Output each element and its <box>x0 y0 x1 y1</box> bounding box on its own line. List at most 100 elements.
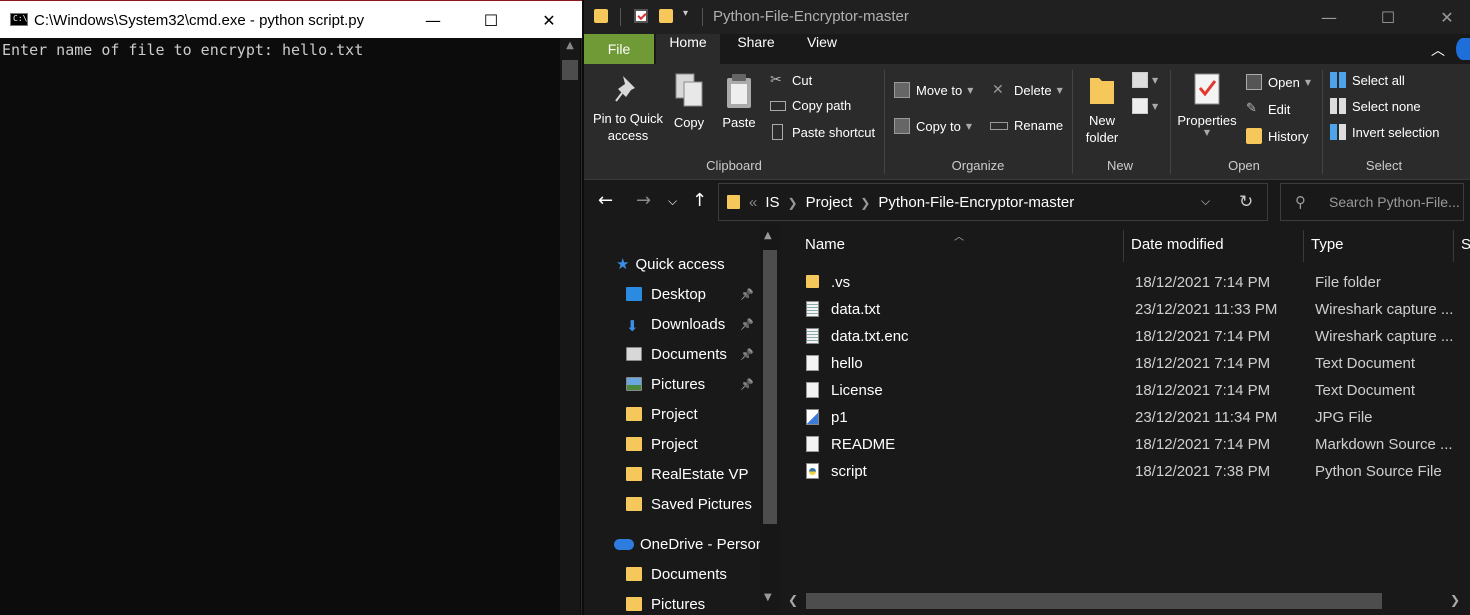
forward-arrow-icon[interactable]: → <box>636 190 651 211</box>
cmd-console-output[interactable]: Enter name of file to encrypt: hello.txt <box>2 41 363 59</box>
search-box[interactable]: ⚲ <box>1280 183 1464 221</box>
rename-button[interactable]: Rename <box>990 118 1063 133</box>
cut-button[interactable]: ✂ Cut <box>770 72 812 88</box>
recent-locations-icon[interactable]: ⌵ <box>668 194 677 209</box>
horizontal-scroll-thumb[interactable] <box>806 593 1382 609</box>
properties-button[interactable]: Properties ▼ <box>1174 72 1240 137</box>
scroll-down-icon[interactable]: ▼ <box>764 592 772 603</box>
file-row[interactable]: README 18/12/2021 7:14 PM Markdown Source … <box>800 431 1460 458</box>
collapse-ribbon-icon[interactable]: ︿ <box>1431 40 1445 60</box>
properties-label: Properties <box>1177 113 1237 128</box>
paste-button[interactable]: Paste <box>718 72 760 131</box>
history-icon <box>1246 128 1262 144</box>
copy-to-button[interactable]: Copy to ▼ <box>894 118 972 134</box>
open-button[interactable]: Open ▼ <box>1246 74 1311 90</box>
scroll-left-icon[interactable]: ❮ <box>788 593 798 607</box>
nav-item-realestate-vp[interactable]: RealEstate VP <box>626 459 776 489</box>
copy-path-button[interactable]: Copy path <box>770 98 851 113</box>
explorer-titlebar[interactable]: ▾ Python-File-Encryptor-master — ☐ ✕ <box>584 0 1470 34</box>
chevron-right-icon[interactable]: ❯ <box>788 196 798 210</box>
back-arrow-icon[interactable]: ← <box>598 190 613 211</box>
column-header-date[interactable]: Date modified <box>1131 236 1224 253</box>
delete-button[interactable]: ✕ Delete ▼ <box>992 82 1063 98</box>
column-header-type[interactable]: Type <box>1311 236 1344 253</box>
tab-file[interactable]: File <box>584 34 654 64</box>
breadcrumb-item[interactable]: Python-File-Encryptor-master <box>878 194 1074 211</box>
file-row[interactable]: p1 23/12/2021 11:34 PM JPG File <box>800 404 1460 431</box>
chevron-right-icon[interactable]: ❯ <box>860 196 870 210</box>
nav-item-onedrive[interactable]: OneDrive - Person <box>614 529 764 559</box>
scroll-up-icon[interactable]: ▲ <box>560 40 580 58</box>
quick-access-toolbar-dropdown-icon[interactable]: ▾ <box>683 8 688 19</box>
nav-item-saved-pictures[interactable]: Saved Pictures <box>626 489 776 519</box>
nav-scrollbar[interactable]: ▲ ▼ <box>760 224 780 615</box>
search-input[interactable] <box>1329 184 1463 220</box>
tab-share[interactable]: Share <box>724 34 788 64</box>
new-folder-button[interactable]: New folder <box>1080 72 1124 146</box>
file-list: ︿ Name Date modified Type S .vs 18/12/202… <box>780 224 1470 615</box>
horizontal-scrollbar[interactable]: ❮ ❯ <box>780 588 1470 615</box>
column-header-size[interactable]: S <box>1461 236 1470 253</box>
divider[interactable] <box>1453 230 1454 262</box>
tab-view[interactable]: View <box>790 34 854 64</box>
new-folder-quick-icon[interactable] <box>659 9 673 23</box>
edit-button[interactable]: ✎ Edit <box>1246 101 1290 117</box>
breadcrumb-item[interactable]: IS <box>765 194 779 211</box>
breadcrumb-overflow[interactable]: « <box>749 194 757 211</box>
cmd-scrollbar[interactable]: ▲ <box>560 38 580 615</box>
nav-item-onedrive-documents[interactable]: Documents <box>626 559 727 589</box>
nav-item-project[interactable]: Project <box>626 429 776 459</box>
chevron-down-icon[interactable]: ⌵ <box>1201 194 1210 209</box>
pin-icon[interactable]: 📌 <box>740 348 754 361</box>
file-row[interactable]: data.txt.enc 18/12/2021 7:14 PM Wireshark … <box>800 323 1460 350</box>
explorer-minimize-button[interactable]: — <box>1300 0 1358 34</box>
file-row[interactable]: .vs 18/12/2021 7:14 PM File folder <box>800 269 1460 296</box>
refresh-icon[interactable]: ↻ <box>1239 192 1253 212</box>
nav-item-documents[interactable]: Documents 📌 <box>626 339 776 369</box>
pin-icon[interactable]: 📌 <box>740 288 754 301</box>
nav-scroll-thumb[interactable] <box>763 250 777 524</box>
nav-item-pictures[interactable]: Pictures 📌 <box>626 369 776 399</box>
scroll-right-icon[interactable]: ❯ <box>1450 593 1460 607</box>
properties-quick-icon[interactable] <box>634 9 648 23</box>
file-row[interactable]: script 18/12/2021 7:38 PM Python Source Fi… <box>800 458 1460 485</box>
nav-item-onedrive-pictures[interactable]: Pictures <box>626 589 705 615</box>
select-all-button[interactable]: Select all <box>1330 72 1405 88</box>
tab-home[interactable]: Home <box>656 34 720 64</box>
divider[interactable] <box>1123 230 1124 262</box>
scroll-up-icon[interactable]: ▲ <box>764 230 772 241</box>
invert-selection-button[interactable]: Invert selection <box>1330 124 1439 140</box>
move-to-button[interactable]: Move to ▼ <box>894 82 973 98</box>
up-arrow-icon[interactable]: ↑ <box>692 190 707 211</box>
nav-item-downloads[interactable]: ⬇ Downloads 📌 <box>626 309 776 339</box>
file-row[interactable]: data.txt 23/12/2021 11:33 PM Wireshark cap… <box>800 296 1460 323</box>
explorer-maximize-button[interactable]: ☐ <box>1359 0 1417 34</box>
easy-access-button[interactable]: ▼ <box>1132 98 1158 114</box>
folder-icon <box>806 275 819 288</box>
copy-button[interactable]: Copy <box>670 72 708 131</box>
help-icon[interactable] <box>1456 38 1470 60</box>
pin-icon[interactable]: 📌 <box>740 318 754 331</box>
new-item-button[interactable]: ▼ <box>1132 72 1158 88</box>
pin-to-quick-access-button[interactable]: Pin to Quick access <box>590 72 666 144</box>
paste-shortcut-button[interactable]: Paste shortcut <box>770 124 875 140</box>
nav-item-desktop[interactable]: Desktop 📌 <box>626 279 776 309</box>
open-icon <box>1246 74 1262 90</box>
nav-item-quick-access[interactable]: ★ Quick access <box>616 249 725 279</box>
select-none-button[interactable]: Select none <box>1330 98 1421 114</box>
pin-icon[interactable]: 📌 <box>740 378 754 391</box>
explorer-close-button[interactable]: ✕ <box>1418 0 1470 34</box>
cmd-maximize-button[interactable]: ☐ <box>462 1 520 39</box>
column-header-name[interactable]: Name <box>805 236 845 253</box>
file-row[interactable]: License 18/12/2021 7:14 PM Text Document <box>800 377 1460 404</box>
cmd-scroll-thumb[interactable] <box>562 60 578 80</box>
nav-item-project[interactable]: Project <box>626 399 776 429</box>
address-bar[interactable]: « IS ❯ Project ❯ Python-File-Encryptor-master… <box>718 183 1268 221</box>
history-button[interactable]: History <box>1246 128 1308 144</box>
cmd-titlebar[interactable]: C:\ C:\Windows\System32\cmd.exe - python… <box>0 0 582 38</box>
cmd-minimize-button[interactable]: — <box>404 1 462 39</box>
cmd-close-button[interactable]: ✕ <box>520 1 578 39</box>
divider[interactable] <box>1303 230 1304 262</box>
breadcrumb-item[interactable]: Project <box>806 194 853 211</box>
file-row[interactable]: hello 18/12/2021 7:14 PM Text Document <box>800 350 1460 377</box>
